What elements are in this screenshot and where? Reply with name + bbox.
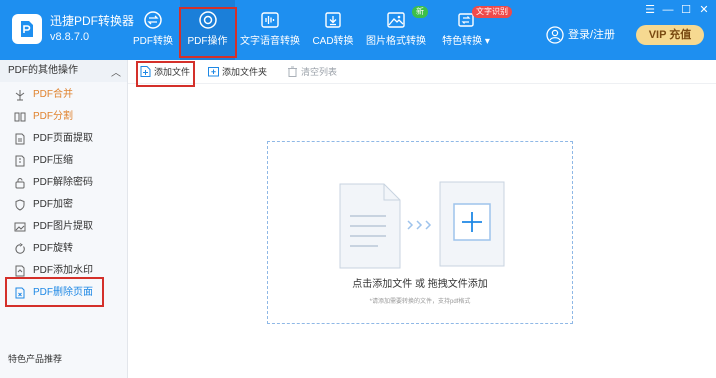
toolbar: 添加文件 添加文件夹 清空列表 xyxy=(128,60,716,84)
merge-icon xyxy=(15,90,25,101)
app-version: v8.8.7.0 xyxy=(50,31,90,43)
maximize-icon[interactable]: ☐ xyxy=(679,3,693,17)
trash-icon xyxy=(288,66,297,77)
login-label: 登录/注册 xyxy=(568,29,616,41)
minimize-icon[interactable]: — xyxy=(661,3,675,17)
file-drop-zone[interactable]: 点击添加文件 或 拖拽文件添加 *请添加需要转换的文件，支持pdf格式 xyxy=(267,141,573,324)
add-folder-button[interactable]: 添加文件夹 xyxy=(208,64,274,80)
vip-recharge-button[interactable]: VIP 充值 xyxy=(636,25,704,45)
page-extract-icon xyxy=(15,133,25,145)
sidebar-item-delete-page[interactable]: PDF删除页面 xyxy=(0,282,127,304)
sidebar-item-label: PDF旋转 xyxy=(33,243,73,254)
sidebar-item-encrypt[interactable]: PDF加密 xyxy=(0,194,127,216)
unlock-icon xyxy=(15,178,25,189)
tab-pdf-convert[interactable]: PDF转换 xyxy=(128,0,178,60)
tab-label: 特色转换 ▾ xyxy=(442,36,490,47)
tab-label: PDF转换 xyxy=(133,36,173,47)
user-icon xyxy=(546,26,564,44)
sidebar: PDF的其他操作 ︿ PDF合并 PDF分割 PDF页面提取 PDF压缩 PDF… xyxy=(0,60,128,378)
sidebar-item-label: PDF合并 xyxy=(33,89,73,100)
sidebar-section-title: PDF的其他操作 xyxy=(8,65,78,76)
sidebar-item-label: PDF压缩 xyxy=(33,155,73,166)
sidebar-item-unlock[interactable]: PDF解除密码 xyxy=(0,172,127,194)
sidebar-item-label: PDF页面提取 xyxy=(33,133,93,144)
watermark-icon xyxy=(15,265,25,277)
add-folder-label: 添加文件夹 xyxy=(222,67,268,77)
sidebar-item-split[interactable]: PDF分割 xyxy=(0,106,127,128)
tab-label: PDF操作 xyxy=(187,36,228,47)
swap-circle-icon xyxy=(144,11,162,29)
sidebar-item-label: PDF删除页面 xyxy=(33,287,93,298)
audio-wave-icon xyxy=(261,12,279,28)
split-icon xyxy=(14,112,26,122)
app-name: 迅捷PDF转换器 xyxy=(50,14,135,28)
chevron-up-icon: ︿ xyxy=(111,68,121,79)
clear-list-label: 清空列表 xyxy=(301,67,338,77)
rotate-icon xyxy=(15,243,25,254)
featured-products-title: 特色产品推荐 xyxy=(8,354,63,364)
clear-list-button[interactable]: 清空列表 xyxy=(287,64,343,80)
sidebar-item-image-extract[interactable]: PDF图片提取 xyxy=(0,216,127,238)
menu-icon[interactable]: ☰ xyxy=(643,3,657,17)
tab-pdf-operate[interactable]: PDF操作 xyxy=(180,0,235,60)
add-folder-icon xyxy=(208,67,219,77)
image-icon xyxy=(387,12,405,28)
delete-page-icon xyxy=(15,287,25,299)
sidebar-section-header[interactable]: PDF的其他操作 ︿ xyxy=(0,60,127,82)
cad-download-icon xyxy=(325,12,341,28)
sidebar-item-label: PDF图片提取 xyxy=(33,221,93,232)
add-file-icon xyxy=(140,66,151,77)
title-bar: 迅捷PDF转换器 v8.8.7.0 PDF转换 PDF操作 文字语音转换 CAD… xyxy=(0,0,716,60)
shield-icon xyxy=(15,199,25,211)
sidebar-item-label: PDF添加水印 xyxy=(33,265,93,276)
sidebar-item-page-extract[interactable]: PDF页面提取 xyxy=(0,128,127,150)
chevron-down-icon: ▾ xyxy=(484,36,490,47)
add-file-button[interactable]: 添加文件 xyxy=(140,64,196,80)
new-badge: 新 xyxy=(412,6,428,18)
app-logo xyxy=(12,14,42,44)
add-file-label: 添加文件 xyxy=(154,67,191,77)
compress-icon xyxy=(15,155,25,167)
sidebar-item-label: PDF解除密码 xyxy=(33,177,93,188)
tab-cad-convert[interactable]: CAD转换 xyxy=(308,0,358,60)
sidebar-item-merge[interactable]: PDF合并 xyxy=(0,84,127,106)
sidebar-item-label: PDF加密 xyxy=(33,199,73,210)
drop-illustration xyxy=(339,181,505,269)
drop-zone-hint: *请添加需要转换的文件，支持pdf格式 xyxy=(369,299,471,305)
sidebar-item-label: PDF分割 xyxy=(33,111,73,122)
disc-icon xyxy=(198,11,217,29)
tab-label: 图片格式转换 xyxy=(366,36,426,47)
drop-zone-title: 点击添加文件 或 拖拽文件添加 xyxy=(352,279,488,290)
sidebar-item-rotate[interactable]: PDF旋转 xyxy=(0,238,127,260)
sidebar-item-watermark[interactable]: PDF添加水印 xyxy=(0,260,127,282)
tab-label: 文字语音转换 xyxy=(240,36,300,47)
tab-label: CAD转换 xyxy=(312,36,354,47)
ocr-badge: 文字识别 xyxy=(472,6,512,18)
main-panel: 添加文件 添加文件夹 清空列表 点击添加文件 或 拖拽文件添加 *请添加需要转换… xyxy=(128,60,716,378)
image-extract-icon xyxy=(14,222,26,232)
close-icon[interactable]: ✕ xyxy=(697,3,711,17)
pdf-logo-icon xyxy=(21,21,33,37)
tab-text-voice[interactable]: 文字语音转换 xyxy=(240,0,300,60)
sidebar-item-compress[interactable]: PDF压缩 xyxy=(0,150,127,172)
